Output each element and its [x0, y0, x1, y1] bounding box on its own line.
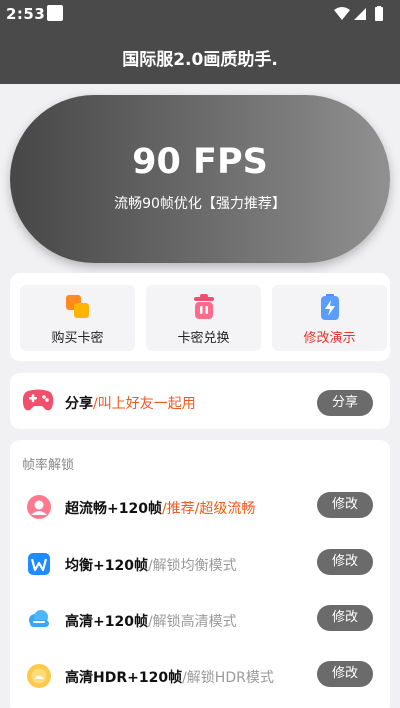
balanced-text: 均衡+120帧/解锁均衡模式 — [65, 555, 237, 575]
share-text: 分享/叫上好友一起用 — [65, 393, 196, 413]
status-icons — [334, 6, 388, 22]
signal-icon — [354, 8, 366, 20]
ultra-smooth-desc: /推荐/超级流畅 — [161, 501, 256, 517]
blue-w-icon — [28, 553, 50, 575]
sun-icon — [27, 664, 51, 688]
ultra-smooth-edit-button[interactable]: 修改 — [317, 492, 373, 518]
section-title: 帧率解锁 — [22, 458, 75, 473]
cloud-icon — [29, 610, 49, 627]
share-desc: /叫上好友一起用 — [93, 396, 196, 412]
hdr-text: 高清HDR+120帧/解锁HDR模式 — [65, 667, 274, 687]
balanced-title: 均衡+120帧 — [65, 558, 148, 574]
stacked-cards-icon — [66, 295, 89, 318]
list-item-hdr: 高清HDR+120帧/解锁HDR模式 修改 — [10, 659, 390, 699]
actions-card: 购买卡密 卡密兑换 修改演示 — [10, 273, 390, 361]
list-item-balanced: 均衡+120帧/解锁均衡模式 修改 — [10, 547, 390, 587]
page-title: 国际服2.0画质助手. — [122, 50, 278, 70]
hdr-title: 高清HDR+120帧 — [65, 670, 183, 686]
demo-label: 修改演示 — [303, 331, 356, 346]
redeem-card-button[interactable]: 卡密兑换 — [146, 285, 261, 351]
buy-card-button[interactable]: 购买卡密 — [20, 285, 135, 351]
trash-box-icon — [194, 294, 214, 319]
hd-text: 高清+120帧/解锁高清模式 — [65, 611, 237, 631]
status-bar: 2:53 — [0, 0, 400, 28]
hdr-desc: /解锁HDR模式 — [182, 670, 274, 686]
hero-title: 90 FPS — [132, 142, 268, 182]
redeem-card-label: 卡密兑换 — [177, 331, 230, 346]
hd-desc: /解锁高清模式 — [147, 614, 237, 630]
demo-button[interactable]: 修改演示 — [272, 285, 387, 351]
pink-avatar-icon — [27, 495, 51, 519]
hero-subtitle: 流畅90帧优化【强力推荐】 — [114, 196, 286, 212]
list-item-hd: 高清+120帧/解锁高清模式 修改 — [10, 603, 390, 643]
buy-card-label: 购买卡密 — [51, 331, 104, 346]
fps-90-button[interactable]: 90 FPS — [10, 95, 390, 263]
battery-icon — [375, 6, 383, 21]
hd-title: 高清+120帧 — [65, 614, 148, 630]
frame-rate-card: 帧率解锁 超流畅+120帧/推荐/超级流畅 修改 均衡+120帧/解锁均衡模式 … — [10, 440, 390, 708]
list-item-ultra-smooth: 超流畅+120帧/推荐/超级流畅 修改 — [10, 490, 390, 530]
wifi-icon — [334, 7, 350, 20]
ultra-smooth-text: 超流畅+120帧/推荐/超级流畅 — [65, 498, 255, 518]
title-bar: 国际服2.0画质助手. — [0, 28, 400, 84]
share-card: 分享/叫上好友一起用 分享 — [10, 373, 390, 429]
share-title: 分享 — [65, 396, 93, 412]
status-time: 2:53 — [6, 5, 46, 23]
ultra-smooth-title: 超流畅+120帧 — [65, 501, 162, 517]
balanced-edit-button[interactable]: 修改 — [317, 549, 373, 575]
gamepad-icon — [22, 389, 54, 411]
balanced-desc: /解锁均衡模式 — [147, 558, 237, 574]
share-button[interactable]: 分享 — [317, 390, 373, 416]
battery-bolt-icon — [321, 294, 339, 320]
hdr-edit-button[interactable]: 修改 — [317, 661, 373, 687]
notification-icon — [47, 5, 63, 21]
hd-edit-button[interactable]: 修改 — [317, 605, 373, 631]
